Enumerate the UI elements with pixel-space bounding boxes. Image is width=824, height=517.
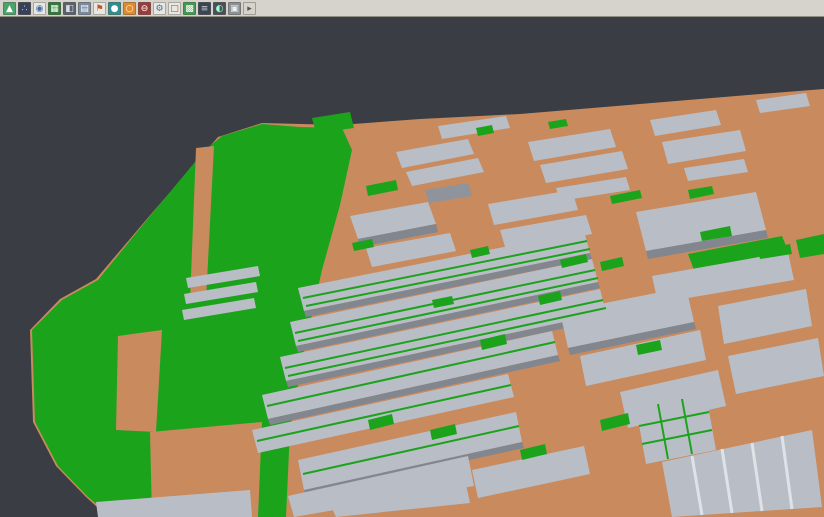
dense-cloud-tool-icon[interactable]: ∴ <box>18 2 31 15</box>
region-tool-icon[interactable]: ○ <box>123 2 136 15</box>
shaded-view-icon[interactable]: ◧ <box>63 2 76 15</box>
delete-tool-icon[interactable]: ⊖ <box>138 2 151 15</box>
marker-tool-icon[interactable]: ⚑ <box>93 2 106 15</box>
sphere-tool-icon[interactable]: ● <box>108 2 121 15</box>
toolbar: ▲∴◉▦◧▤⚑●○⊖⚙□▩≡◐▣▸ <box>0 0 824 17</box>
bare-patch-left <box>116 330 162 432</box>
camera-tool-icon[interactable]: ◉ <box>33 2 46 15</box>
point-cloud-scene <box>0 0 824 517</box>
model-tool-icon[interactable]: ▦ <box>48 2 61 15</box>
expand-tool-icon[interactable]: ▸ <box>243 2 256 15</box>
crop-region-icon[interactable]: □ <box>168 2 181 15</box>
viewport-3d[interactable] <box>0 0 824 517</box>
classification-grid-icon[interactable]: ▩ <box>183 2 196 15</box>
settings-gear-icon[interactable]: ⚙ <box>153 2 166 15</box>
globe-view-icon[interactable]: ◐ <box>213 2 226 15</box>
photo-view-icon[interactable]: ▣ <box>228 2 241 15</box>
orthophoto-tool-icon[interactable]: ▤ <box>78 2 91 15</box>
terrain-tool-icon[interactable]: ▲ <box>3 2 16 15</box>
application-window: ▲∴◉▦◧▤⚑●○⊖⚙□▩≡◐▣▸ <box>0 0 824 517</box>
layers-tool-icon[interactable]: ≡ <box>198 2 211 15</box>
